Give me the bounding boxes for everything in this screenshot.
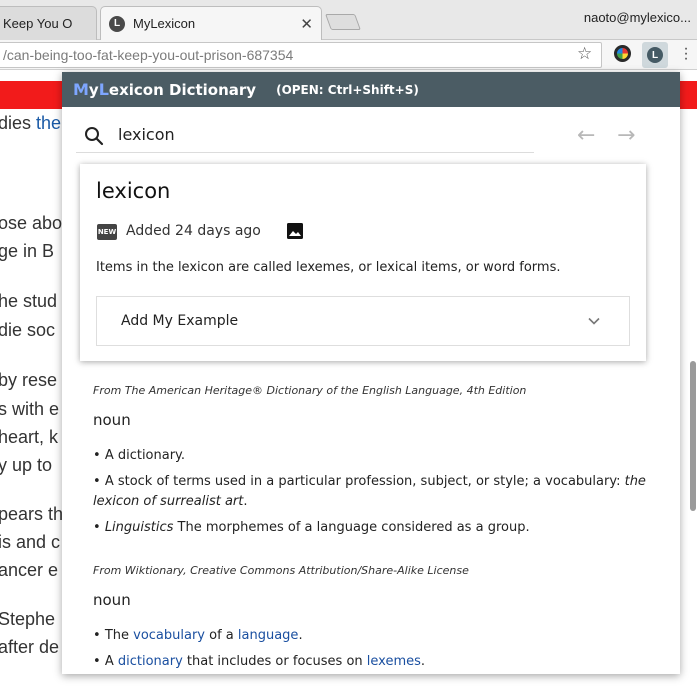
article-text: ancer e bbox=[0, 560, 59, 580]
entry-source: From Wiktionary, Creative Commons Attrib… bbox=[93, 564, 469, 577]
word-title: lexicon bbox=[96, 179, 171, 203]
sense-item: • A stock of terms used in a particular … bbox=[93, 474, 646, 509]
back-arrow-icon[interactable]: ← bbox=[577, 123, 595, 148]
article-text: he stud bbox=[0, 291, 58, 311]
definition-entry: From The American Heritage® Dictionary o… bbox=[93, 384, 653, 538]
article-text: y up to bbox=[0, 455, 53, 475]
tab-mylexicon[interactable]: L MyLexicon ✕ bbox=[100, 6, 322, 40]
add-example-label: Add My Example bbox=[121, 313, 239, 329]
address-bar[interactable]: /can-being-too-fat-keep-you-out-prison-6… bbox=[0, 42, 602, 68]
tab-article[interactable]: Keep You O bbox=[0, 6, 97, 40]
entry-source: From The American Heritage® Dictionary o… bbox=[93, 384, 527, 397]
bookmark-star-icon[interactable]: ☆ bbox=[577, 45, 592, 62]
article-text: is and c bbox=[0, 532, 61, 552]
word-card: lexicon NEW Added 24 days ago Items in t… bbox=[80, 164, 646, 361]
brand-logo: MyLexicon Dictionary bbox=[73, 80, 257, 99]
tab-strip: Keep You O L MyLexicon ✕ naoto@mylexico.… bbox=[0, 0, 697, 40]
page-scrollbar[interactable] bbox=[690, 361, 696, 511]
image-icon[interactable] bbox=[286, 222, 304, 240]
article-text: ose abo bbox=[0, 213, 63, 233]
article-text: heart, k bbox=[0, 427, 59, 447]
mylexicon-favicon-icon: L bbox=[109, 15, 125, 32]
definition-entry: From Wiktionary, Creative Commons Attrib… bbox=[93, 564, 653, 672]
sense-item: • Linguistics The morphemes of a languag… bbox=[93, 520, 530, 535]
article-text: by rese bbox=[0, 370, 58, 390]
article-text: s with e bbox=[0, 399, 60, 419]
page-banner bbox=[0, 81, 62, 109]
chevron-down-icon[interactable] bbox=[587, 314, 601, 328]
article-text: pears th bbox=[0, 504, 64, 524]
profile-name[interactable]: naoto@mylexico... bbox=[584, 10, 691, 25]
word-link[interactable]: language bbox=[238, 628, 299, 643]
add-example-panel[interactable]: Add My Example bbox=[96, 296, 630, 346]
page-banner bbox=[680, 81, 697, 109]
extension-color-icon[interactable] bbox=[614, 45, 631, 62]
article-text: Stephe bbox=[0, 609, 56, 629]
part-of-speech: noun bbox=[93, 411, 131, 429]
added-date: Added 24 days ago bbox=[126, 223, 261, 239]
article-text: ge in B bbox=[0, 241, 55, 261]
browser-menu-icon[interactable]: · · · bbox=[682, 41, 690, 67]
article-text: after de bbox=[0, 637, 60, 657]
mylexicon-popup: MyLexicon Dictionary (OPEN: Ctrl+Shift+S… bbox=[62, 72, 680, 674]
new-tab-button[interactable] bbox=[325, 14, 361, 30]
shortcut-hint: (OPEN: Ctrl+Shift+S) bbox=[276, 82, 419, 97]
browser-toolbar: /can-being-too-fat-keep-you-out-prison-6… bbox=[0, 40, 697, 70]
sense-item: • A dictionary that includes or focuses … bbox=[93, 654, 426, 669]
word-link[interactable]: vocabulary bbox=[133, 628, 205, 643]
tab-title: MyLexicon bbox=[133, 16, 196, 31]
card-definition: Items in the lexicon are called lexemes,… bbox=[96, 260, 561, 275]
sense-item: • A dictionary. bbox=[93, 448, 186, 463]
definitions-list: From The American Heritage® Dictionary o… bbox=[93, 384, 653, 674]
popup-header: MyLexicon Dictionary (OPEN: Ctrl+Shift+S… bbox=[62, 72, 680, 107]
forward-arrow-icon[interactable]: → bbox=[617, 123, 635, 148]
word-link[interactable]: lexemes bbox=[367, 654, 421, 669]
tab-title: Keep You O bbox=[3, 16, 73, 31]
article-text: die soc bbox=[0, 320, 56, 340]
close-tab-icon[interactable]: ✕ bbox=[300, 15, 313, 33]
search-icon bbox=[85, 127, 104, 146]
sense-item: • The vocabulary of a language. bbox=[93, 628, 303, 643]
new-badge-icon: NEW bbox=[97, 224, 117, 240]
search-field[interactable]: lexicon bbox=[76, 116, 534, 153]
part-of-speech: noun bbox=[93, 591, 131, 609]
mylexicon-extension-icon: L bbox=[647, 47, 663, 63]
mylexicon-extension-button[interactable]: L bbox=[642, 42, 668, 68]
search-input[interactable]: lexicon bbox=[118, 125, 175, 144]
word-link[interactable]: dictionary bbox=[118, 654, 183, 669]
